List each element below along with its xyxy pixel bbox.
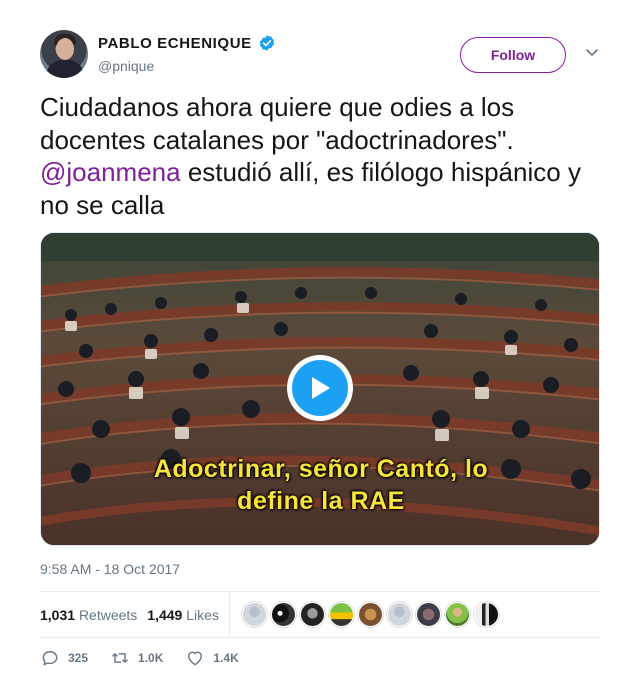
retweets-count: 1,031 [40,606,76,623]
tweet-header: PABLO ECHENIQUE @pnique Follow [40,30,600,80]
tweet-text: Ciudadanos ahora quiere que odies a los … [40,91,605,221]
likes-count: 1,449 [147,606,183,623]
play-button[interactable] [287,355,353,421]
retweet-count: 1.0K [138,651,164,665]
author-handle[interactable]: @pnique [98,58,154,74]
heart-icon [188,651,203,666]
play-icon [312,377,330,399]
mention-link[interactable]: @joanmena [40,157,181,187]
avatar-face [56,38,74,60]
verified-badge-icon [259,35,274,51]
tweet-text-part: Ciudadanos ahora quiere que odies a los … [40,92,515,155]
author-display-name[interactable]: PABLO ECHENIQUE [98,35,252,52]
liker-avatar[interactable] [328,602,354,627]
liker-avatar[interactable] [241,602,267,627]
video-player[interactable]: Adoctrinar, señor Cantó, lo define la RA… [40,232,600,546]
liker-avatar[interactable] [386,602,412,627]
chevron-down-icon[interactable] [584,44,600,60]
like-button[interactable]: 1.4K [185,648,239,668]
like-count: 1.4K [213,651,239,665]
likes-label: Likes [186,606,219,623]
liker-avatar[interactable] [473,602,499,627]
retweets-stat[interactable]: 1,031 Retweets [40,607,137,623]
liker-avatars [241,602,499,627]
reply-count: 325 [68,651,89,665]
engagement-stats: 1,031 Retweets 1,449 Likes [40,592,600,637]
tweet-timestamp[interactable]: 9:58 AM - 18 Oct 2017 [40,561,180,577]
stats-separator [228,592,230,637]
liker-avatar[interactable] [299,602,325,627]
likes-stat[interactable]: 1,449 Likes [147,607,219,623]
reply-button[interactable]: 325 [40,648,88,668]
retweet-icon [112,653,128,663]
avatar-body [46,60,84,78]
author-avatar[interactable] [40,30,88,78]
liker-avatar[interactable] [357,602,383,627]
follow-button[interactable]: Follow [460,37,566,73]
caption-line: Adoctrinar, señor Cantó, lo [153,455,489,483]
liker-avatar[interactable] [444,602,470,627]
retweets-label: Retweets [78,606,138,623]
divider [40,637,600,638]
tweet-actions: 325 1.0K 1.4K [40,648,261,668]
reply-icon [42,651,58,666]
liker-avatar[interactable] [415,602,441,627]
author-name-row: PABLO ECHENIQUE [98,34,276,52]
liker-avatar[interactable] [270,602,296,627]
caption-line: define la RAE [237,487,405,515]
play-button-circle [292,360,348,416]
retweet-button[interactable]: 1.0K [110,648,163,668]
video-caption: Adoctrinar, señor Cantó, lo define la RA… [41,453,599,517]
